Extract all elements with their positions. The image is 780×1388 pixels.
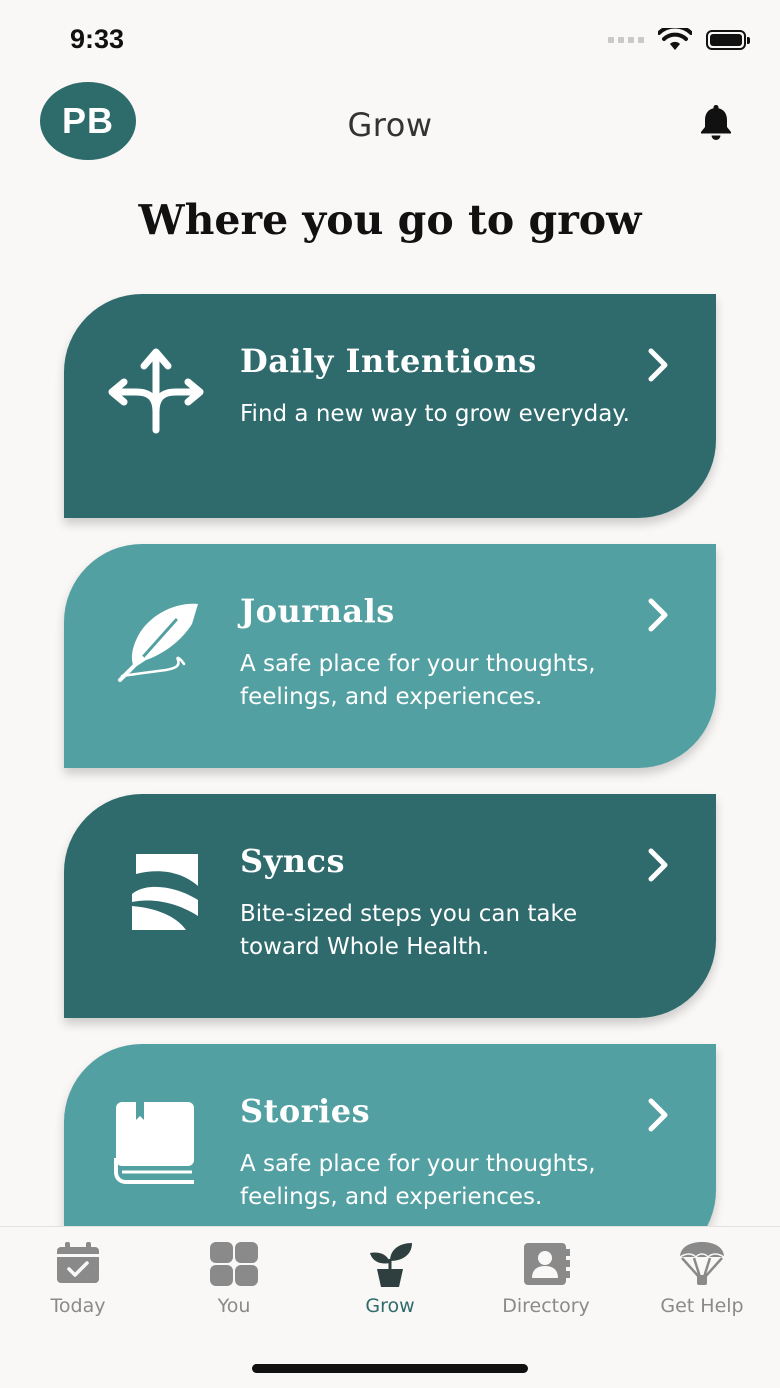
header: PB Grow — [0, 80, 780, 170]
card-title: Daily Intentions — [240, 342, 537, 380]
card-title: Journals — [240, 592, 395, 630]
page-title: Grow — [347, 106, 433, 144]
daily-intentions-card[interactable]: Daily Intentions Find a new way to grow … — [64, 294, 716, 518]
journals-card[interactable]: Journals A safe place for your thoughts,… — [64, 544, 716, 768]
home-indicator[interactable] — [252, 1364, 528, 1373]
chevron-right-icon — [648, 598, 668, 632]
tab-label: Directory — [502, 1295, 590, 1317]
syncs-card[interactable]: Syncs Bite-sized steps you can take towa… — [64, 794, 716, 1018]
chevron-right-icon — [648, 348, 668, 382]
tab-label: Get Help — [660, 1295, 744, 1317]
plant-icon — [370, 1243, 412, 1287]
card-description: Bite-sized steps you can take toward Who… — [240, 901, 578, 960]
parachute-icon — [679, 1242, 725, 1285]
tab-directory[interactable]: Directory — [468, 1241, 624, 1331]
tab-grow[interactable]: Grow — [312, 1241, 468, 1331]
section-headline: Where you go to grow — [138, 196, 642, 244]
calendar-check-icon — [57, 1242, 99, 1283]
syncs-logo-icon — [132, 854, 198, 930]
status-bar: 9:33 — [0, 0, 780, 80]
branching-arrows-icon — [108, 348, 204, 434]
tab-label: Grow — [365, 1295, 415, 1317]
feather-icon — [118, 603, 198, 682]
notification-bell-icon[interactable] — [696, 102, 736, 142]
cellular-signal-icon — [608, 37, 644, 43]
status-icons — [608, 28, 750, 52]
wifi-icon — [658, 28, 692, 50]
tab-you[interactable]: You — [156, 1241, 312, 1331]
tab-label: You — [217, 1295, 251, 1317]
card-description: Find a new way to grow everyday. — [240, 401, 630, 427]
tab-label: Today — [50, 1295, 106, 1317]
chevron-right-icon — [648, 848, 668, 882]
chevron-right-icon — [648, 1098, 668, 1132]
card-description: A safe place for your thoughts, feelings… — [240, 1151, 596, 1210]
tab-get-help[interactable]: Get Help — [624, 1241, 780, 1331]
battery-icon — [706, 30, 750, 50]
card-description: A safe place for your thoughts, feelings… — [240, 651, 596, 710]
card-title: Syncs — [240, 842, 345, 880]
tab-today[interactable]: Today — [0, 1241, 156, 1331]
contact-book-icon — [524, 1243, 570, 1285]
card-title: Stories — [240, 1092, 371, 1130]
grid-icon — [210, 1242, 258, 1286]
book-icon — [114, 1102, 194, 1184]
status-time: 9:33 — [70, 24, 125, 54]
